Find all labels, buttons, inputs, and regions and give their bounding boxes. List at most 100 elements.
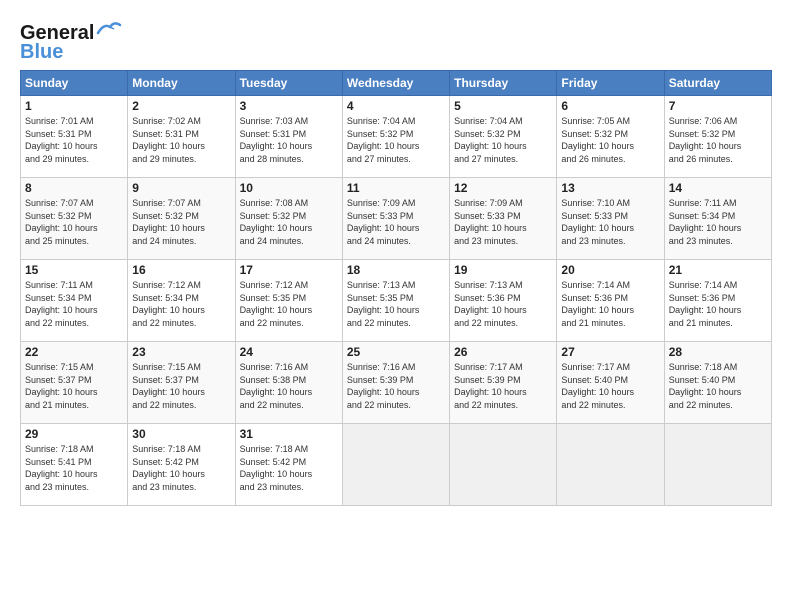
logo-blue: Blue — [20, 41, 63, 64]
calendar-day-cell: 29 Sunrise: 7:18 AM Sunset: 5:41 PM Dayli… — [21, 424, 128, 506]
calendar-day-cell: 9 Sunrise: 7:07 AM Sunset: 5:32 PM Daylig… — [128, 178, 235, 260]
calendar-day-cell — [664, 424, 771, 506]
calendar-header-row: SundayMondayTuesdayWednesdayThursdayFrid… — [21, 71, 772, 96]
calendar-day-cell: 20Sunrise: 7:14 AM Sunset: 5:36 PM Dayli… — [557, 260, 664, 342]
day-number: 31 — [240, 427, 338, 441]
calendar-day-cell: 6 Sunrise: 7:05 AM Sunset: 5:32 PM Daylig… — [557, 96, 664, 178]
day-info: Sunrise: 7:09 AM Sunset: 5:33 PM Dayligh… — [347, 197, 445, 247]
day-number: 23 — [132, 345, 230, 359]
day-number: 26 — [454, 345, 552, 359]
day-info: Sunrise: 7:18 AM Sunset: 5:42 PM Dayligh… — [132, 443, 230, 493]
calendar-day-cell: 26 Sunrise: 7:17 AM Sunset: 5:39 PM Dayli… — [450, 342, 557, 424]
calendar-week-row: 15 Sunrise: 7:11 AM Sunset: 5:34 PM Dayli… — [21, 260, 772, 342]
day-number: 20 — [561, 263, 659, 277]
day-info: Sunrise: 7:07 AM Sunset: 5:32 PM Dayligh… — [132, 197, 230, 247]
calendar-week-row: 22Sunrise: 7:15 AM Sunset: 5:37 PM Dayli… — [21, 342, 772, 424]
day-info: Sunrise: 7:05 AM Sunset: 5:32 PM Dayligh… — [561, 115, 659, 165]
day-number: 29 — [25, 427, 123, 441]
calendar-day-cell: 24Sunrise: 7:16 AM Sunset: 5:38 PM Dayli… — [235, 342, 342, 424]
calendar-day-cell: 27 Sunrise: 7:17 AM Sunset: 5:40 PM Dayli… — [557, 342, 664, 424]
day-info: Sunrise: 7:16 AM Sunset: 5:39 PM Dayligh… — [347, 361, 445, 411]
day-info: Sunrise: 7:14 AM Sunset: 5:36 PM Dayligh… — [669, 279, 767, 329]
day-number: 27 — [561, 345, 659, 359]
calendar-day-cell: 18Sunrise: 7:13 AM Sunset: 5:35 PM Dayli… — [342, 260, 449, 342]
day-info: Sunrise: 7:18 AM Sunset: 5:40 PM Dayligh… — [669, 361, 767, 411]
calendar-header-cell: Wednesday — [342, 71, 449, 96]
calendar-header-cell: Monday — [128, 71, 235, 96]
calendar-day-cell — [557, 424, 664, 506]
header: General Blue — [20, 18, 772, 64]
calendar-day-cell: 10 Sunrise: 7:08 AM Sunset: 5:32 PM Dayli… — [235, 178, 342, 260]
day-number: 15 — [25, 263, 123, 277]
day-info: Sunrise: 7:11 AM Sunset: 5:34 PM Dayligh… — [25, 279, 123, 329]
calendar-day-cell: 28 Sunrise: 7:18 AM Sunset: 5:40 PM Dayli… — [664, 342, 771, 424]
day-info: Sunrise: 7:12 AM Sunset: 5:34 PM Dayligh… — [132, 279, 230, 329]
day-info: Sunrise: 7:18 AM Sunset: 5:41 PM Dayligh… — [25, 443, 123, 493]
calendar-day-cell: 31 Sunrise: 7:18 AM Sunset: 5:42 PM Dayli… — [235, 424, 342, 506]
day-number: 1 — [25, 99, 123, 113]
day-info: Sunrise: 7:15 AM Sunset: 5:37 PM Dayligh… — [25, 361, 123, 411]
calendar-day-cell: 7 Sunrise: 7:06 AM Sunset: 5:32 PM Daylig… — [664, 96, 771, 178]
page-container: General Blue SundayMondayTuesdayWednesda… — [0, 0, 792, 516]
day-number: 7 — [669, 99, 767, 113]
calendar-day-cell — [342, 424, 449, 506]
day-number: 3 — [240, 99, 338, 113]
day-number: 11 — [347, 181, 445, 195]
day-info: Sunrise: 7:12 AM Sunset: 5:35 PM Dayligh… — [240, 279, 338, 329]
day-info: Sunrise: 7:10 AM Sunset: 5:33 PM Dayligh… — [561, 197, 659, 247]
day-number: 5 — [454, 99, 552, 113]
calendar-day-cell: 12 Sunrise: 7:09 AM Sunset: 5:33 PM Dayli… — [450, 178, 557, 260]
calendar-day-cell: 14Sunrise: 7:11 AM Sunset: 5:34 PM Dayli… — [664, 178, 771, 260]
day-info: Sunrise: 7:04 AM Sunset: 5:32 PM Dayligh… — [454, 115, 552, 165]
day-number: 14 — [669, 181, 767, 195]
day-number: 6 — [561, 99, 659, 113]
calendar-day-cell: 2 Sunrise: 7:02 AM Sunset: 5:31 PM Daylig… — [128, 96, 235, 178]
calendar-day-cell: 8Sunrise: 7:07 AM Sunset: 5:32 PM Daylig… — [21, 178, 128, 260]
day-info: Sunrise: 7:09 AM Sunset: 5:33 PM Dayligh… — [454, 197, 552, 247]
calendar-day-cell: 4Sunrise: 7:04 AM Sunset: 5:32 PM Daylig… — [342, 96, 449, 178]
day-info: Sunrise: 7:13 AM Sunset: 5:36 PM Dayligh… — [454, 279, 552, 329]
day-info: Sunrise: 7:15 AM Sunset: 5:37 PM Dayligh… — [132, 361, 230, 411]
day-number: 10 — [240, 181, 338, 195]
calendar-week-row: 1 Sunrise: 7:01 AM Sunset: 5:31 PM Daylig… — [21, 96, 772, 178]
calendar-header-cell: Tuesday — [235, 71, 342, 96]
day-number: 25 — [347, 345, 445, 359]
calendar-day-cell: 30Sunrise: 7:18 AM Sunset: 5:42 PM Dayli… — [128, 424, 235, 506]
calendar-day-cell: 15 Sunrise: 7:11 AM Sunset: 5:34 PM Dayli… — [21, 260, 128, 342]
calendar-day-cell: 1 Sunrise: 7:01 AM Sunset: 5:31 PM Daylig… — [21, 96, 128, 178]
day-info: Sunrise: 7:16 AM Sunset: 5:38 PM Dayligh… — [240, 361, 338, 411]
calendar-day-cell: 13Sunrise: 7:10 AM Sunset: 5:33 PM Dayli… — [557, 178, 664, 260]
day-info: Sunrise: 7:18 AM Sunset: 5:42 PM Dayligh… — [240, 443, 338, 493]
calendar-day-cell: 5 Sunrise: 7:04 AM Sunset: 5:32 PM Daylig… — [450, 96, 557, 178]
calendar-header-cell: Friday — [557, 71, 664, 96]
day-number: 16 — [132, 263, 230, 277]
day-info: Sunrise: 7:02 AM Sunset: 5:31 PM Dayligh… — [132, 115, 230, 165]
calendar-day-cell — [450, 424, 557, 506]
calendar-day-cell: 21 Sunrise: 7:14 AM Sunset: 5:36 PM Dayli… — [664, 260, 771, 342]
day-number: 17 — [240, 263, 338, 277]
calendar-week-row: 29 Sunrise: 7:18 AM Sunset: 5:41 PM Dayli… — [21, 424, 772, 506]
day-info: Sunrise: 7:17 AM Sunset: 5:40 PM Dayligh… — [561, 361, 659, 411]
day-number: 21 — [669, 263, 767, 277]
day-info: Sunrise: 7:01 AM Sunset: 5:31 PM Dayligh… — [25, 115, 123, 165]
calendar-day-cell: 17 Sunrise: 7:12 AM Sunset: 5:35 PM Dayli… — [235, 260, 342, 342]
calendar-body: 1 Sunrise: 7:01 AM Sunset: 5:31 PM Daylig… — [21, 96, 772, 506]
calendar-day-cell: 23 Sunrise: 7:15 AM Sunset: 5:37 PM Dayli… — [128, 342, 235, 424]
calendar-header-cell: Saturday — [664, 71, 771, 96]
day-number: 28 — [669, 345, 767, 359]
day-info: Sunrise: 7:08 AM Sunset: 5:32 PM Dayligh… — [240, 197, 338, 247]
day-number: 9 — [132, 181, 230, 195]
calendar-day-cell: 25 Sunrise: 7:16 AM Sunset: 5:39 PM Dayli… — [342, 342, 449, 424]
day-info: Sunrise: 7:17 AM Sunset: 5:39 PM Dayligh… — [454, 361, 552, 411]
day-info: Sunrise: 7:13 AM Sunset: 5:35 PM Dayligh… — [347, 279, 445, 329]
calendar-day-cell: 22Sunrise: 7:15 AM Sunset: 5:37 PM Dayli… — [21, 342, 128, 424]
calendar-day-cell: 3 Sunrise: 7:03 AM Sunset: 5:31 PM Daylig… — [235, 96, 342, 178]
day-number: 2 — [132, 99, 230, 113]
day-info: Sunrise: 7:06 AM Sunset: 5:32 PM Dayligh… — [669, 115, 767, 165]
calendar-day-cell: 11 Sunrise: 7:09 AM Sunset: 5:33 PM Dayli… — [342, 178, 449, 260]
day-info: Sunrise: 7:03 AM Sunset: 5:31 PM Dayligh… — [240, 115, 338, 165]
day-number: 12 — [454, 181, 552, 195]
day-number: 8 — [25, 181, 123, 195]
day-number: 4 — [347, 99, 445, 113]
calendar-header-cell: Sunday — [21, 71, 128, 96]
